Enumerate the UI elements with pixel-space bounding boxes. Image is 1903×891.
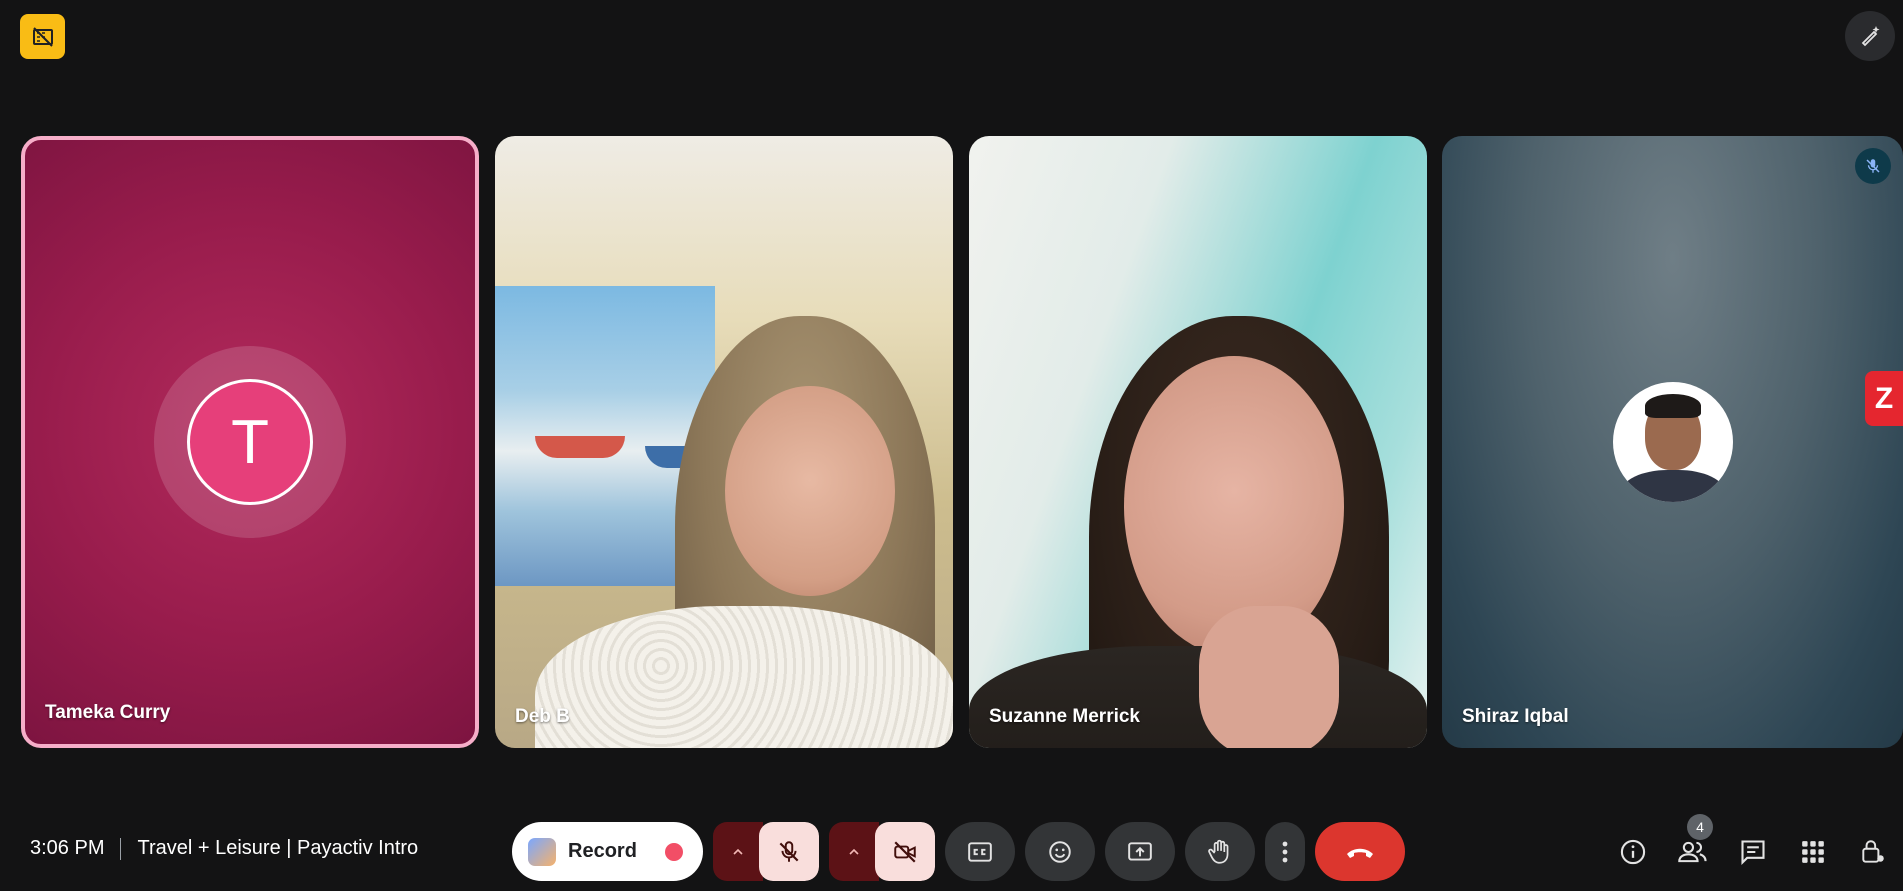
chat-icon [1741,839,1765,865]
side-controls: 4 [1603,814,1903,881]
call-controls: Record [512,822,1405,881]
pen-sparkle-icon[interactable] [1845,11,1895,61]
participant-tile[interactable]: T Tameka Curry [21,136,479,748]
recording-off-icon[interactable] [20,14,65,59]
leave-call-button[interactable] [1314,822,1405,881]
participant-hand [1199,606,1339,748]
more-vert-icon [1282,841,1288,862]
meet-window: T Tameka Curry Deb B Suzanne Merrick Shi… [0,0,1903,891]
camera-off-icon [894,840,916,863]
record-label: Record [568,840,637,862]
audio-options-button[interactable] [712,822,763,881]
meeting-info: 3:06 PM Travel + Leisure | Payactiv Intr… [30,837,418,860]
record-button[interactable]: Record [512,822,703,881]
people-icon [1678,841,1707,862]
participant-tile[interactable]: Deb B [495,136,953,748]
zoom-icon[interactable]: Z [1865,371,1903,426]
record-dot-icon [664,842,683,861]
lock-person-icon [1862,839,1884,863]
hang-up-icon [1346,848,1373,858]
participant-name: Shiraz Iqbal [1462,706,1569,727]
hand-icon [1208,839,1229,864]
avatar-hair [1644,394,1701,418]
meeting-details-button[interactable] [1603,822,1663,881]
avatar [1612,382,1733,502]
host-controls-button[interactable] [1843,822,1903,881]
avatar-shirt [1620,470,1725,502]
meeting-title: Travel + Leisure | Payactiv Intro [137,837,419,859]
zoom-letter: Z [1874,381,1894,415]
camera-control [828,822,935,881]
present-icon [1128,841,1152,861]
boat [535,436,625,458]
emoji-reaction-button[interactable] [1024,822,1095,881]
chat-button[interactable] [1723,822,1783,881]
mic-off-icon [1855,148,1891,184]
participant-body [969,646,1427,748]
people-button[interactable]: 4 [1663,814,1723,881]
participant-name: Suzanne Merrick [989,706,1140,727]
apps-grid-icon [1802,840,1824,863]
info-icon [1620,839,1646,864]
participant-name: Tameka Curry [45,702,171,723]
present-screen-button[interactable] [1104,822,1175,881]
divider [120,837,122,860]
captions-button[interactable] [944,822,1015,881]
mic-off-icon [779,840,799,862]
mic-off-button[interactable] [758,822,819,881]
meeting-time: 3:06 PM [30,837,105,859]
participant-tile[interactable]: Shiraz Iqbal [1442,136,1903,748]
participant-name: Deb B [515,706,570,727]
raise-hand-button[interactable] [1184,822,1255,881]
camera-off-button[interactable] [874,822,935,881]
activities-button[interactable] [1783,822,1843,881]
emoji-icon [1049,840,1071,863]
avatar: T [187,379,313,505]
more-options-button[interactable] [1264,822,1305,881]
participant-body [535,606,953,748]
video-options-button[interactable] [828,822,879,881]
participant-face [725,386,895,596]
participant-tile[interactable]: Suzanne Merrick [969,136,1427,748]
participant-count-badge: 4 [1687,814,1713,840]
gemini-icon [528,837,556,866]
avatar-ring: T [154,346,346,538]
captions-icon [968,841,992,862]
mic-control [712,822,819,881]
